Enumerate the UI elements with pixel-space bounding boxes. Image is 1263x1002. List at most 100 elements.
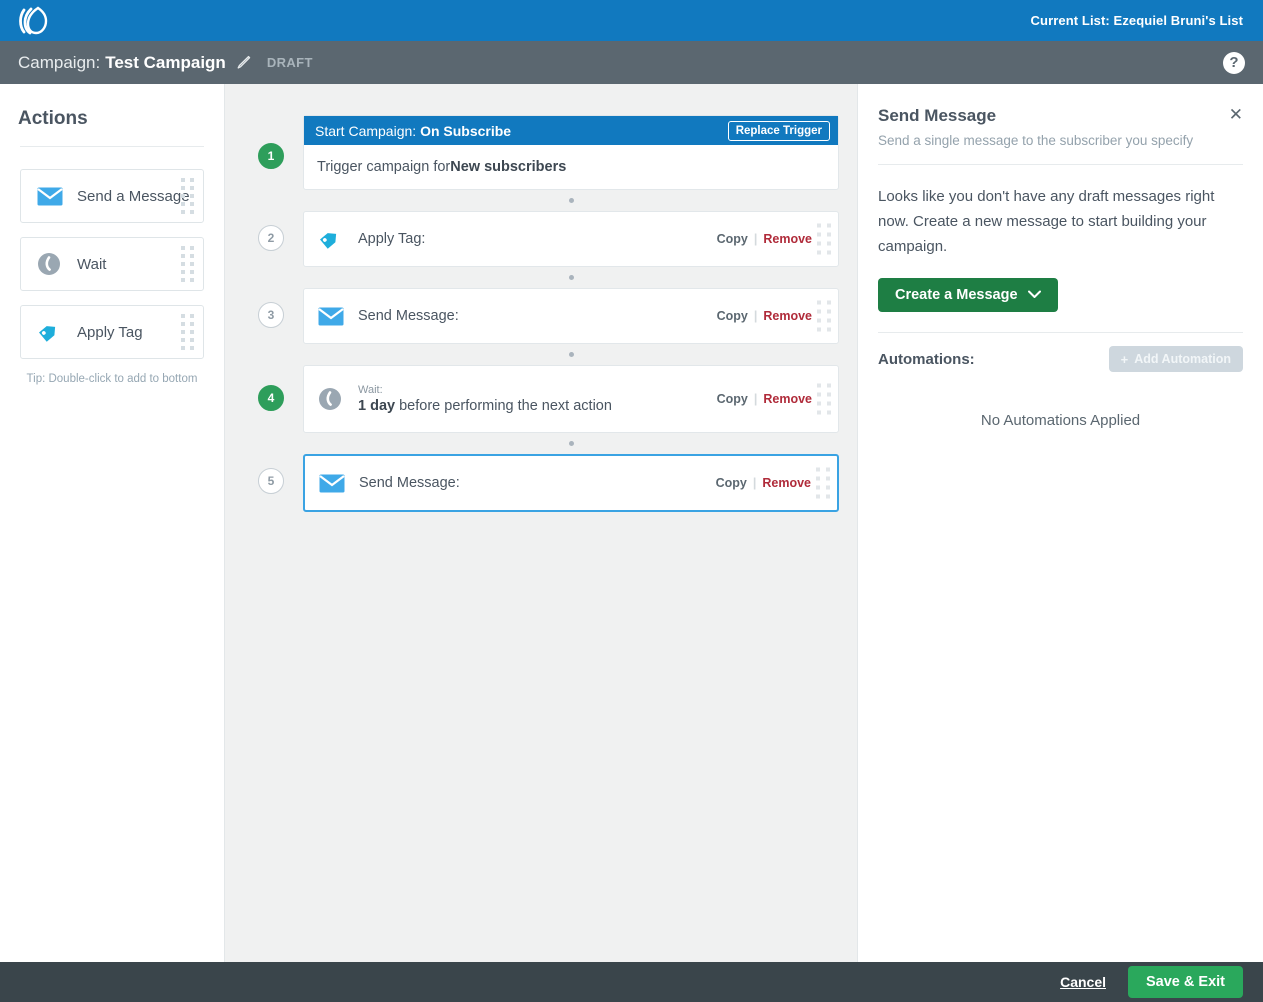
sidebar-title: Actions [18, 108, 224, 130]
action-card-controls: Copy | Remove [717, 232, 812, 246]
action-card-label: Send Message: [359, 475, 460, 491]
step-number-badge: 3 [258, 302, 284, 328]
action-card-controls: Copy | Remove [717, 392, 812, 406]
no-automations-message: No Automations Applied [878, 412, 1243, 429]
action-card-controls: Copy | Remove [717, 309, 812, 323]
palette-item-apply-tag[interactable]: Apply Tag [20, 305, 204, 359]
campaign-bar: Campaign: Test Campaign DRAFT ? [0, 41, 1263, 84]
replace-trigger-button[interactable]: Replace Trigger [728, 121, 830, 141]
step-connector [303, 344, 839, 365]
action-card-label: Send Message: [358, 308, 459, 324]
action-palette-list: Send a Message Wait [20, 169, 204, 385]
campaign-step-5[interactable]: 5 Send Message: Copy | Remove [225, 454, 857, 512]
campaign-name: Test Campaign [105, 53, 226, 73]
drag-handle-icon[interactable] [817, 224, 831, 255]
trigger-title-strong: On Subscribe [420, 123, 511, 139]
envelope-icon [319, 474, 347, 493]
action-card-row: Send Message: Copy | Remove [305, 456, 837, 510]
panel-divider [878, 164, 1243, 165]
drag-handle-icon[interactable] [181, 314, 194, 350]
remove-button[interactable]: Remove [763, 309, 812, 323]
panel-empty-message: Looks like you don't have any draft mess… [878, 184, 1243, 259]
remove-button[interactable]: Remove [763, 392, 812, 406]
pencil-icon[interactable] [236, 55, 251, 70]
cancel-button[interactable]: Cancel [1060, 974, 1106, 990]
action-card-label: Apply Tag: [358, 231, 425, 247]
palette-item-send-a-message[interactable]: Send a Message [20, 169, 204, 223]
trigger-title: Start Campaign: On Subscribe [315, 123, 511, 139]
trigger-body-prefix: Trigger campaign for [317, 159, 450, 175]
trigger-title-prefix: Start Campaign: [315, 123, 420, 139]
campaign-step-2[interactable]: 2 Apply Tag: Copy | [225, 211, 857, 267]
trigger-card-body: Trigger campaign for New subscribers [304, 145, 838, 189]
action-card-wait[interactable]: Wait: 1 day before performing the next a… [303, 365, 839, 433]
action-card-send-message-selected[interactable]: Send Message: Copy | Remove [303, 454, 839, 512]
action-card-apply-tag[interactable]: Apply Tag: Copy | Remove [303, 211, 839, 267]
panel-subtitle: Send a single message to the subscriber … [878, 133, 1243, 148]
campaign-step-1[interactable]: 1 Start Campaign: On Subscribe Replace T… [225, 115, 857, 190]
wait-kicker-label: Wait: [358, 383, 612, 397]
send-message-panel: Send Message ✕ Send a single message to … [857, 84, 1263, 962]
palette-item-wait[interactable]: Wait [20, 237, 204, 291]
campaign-step-4[interactable]: 4 Wait: 1 day before performing the next… [225, 365, 857, 433]
top-brand-bar: Current List: Ezequiel Bruni's List [0, 0, 1263, 41]
clock-icon [318, 387, 346, 411]
status-badge: DRAFT [267, 55, 313, 70]
control-separator: | [753, 476, 757, 490]
drag-handle-icon[interactable] [816, 468, 830, 499]
campaign-prefix-label: Campaign: [18, 53, 100, 73]
add-automation-button[interactable]: + Add Automation [1109, 346, 1243, 372]
help-icon[interactable]: ? [1223, 52, 1245, 74]
close-icon[interactable]: ✕ [1229, 106, 1243, 123]
copy-button[interactable]: Copy [717, 392, 748, 406]
step-number-badge: 2 [258, 225, 284, 251]
copy-button[interactable]: Copy [716, 476, 747, 490]
envelope-icon [318, 307, 346, 326]
wait-main-label: 1 day before performing the next action [358, 397, 612, 416]
copy-button[interactable]: Copy [717, 309, 748, 323]
control-separator: | [754, 392, 758, 406]
save-and-exit-button[interactable]: Save & Exit [1128, 966, 1243, 998]
action-card-row: Apply Tag: Copy | Remove [304, 212, 838, 266]
step-number-badge: 1 [258, 143, 284, 169]
action-card-controls: Copy | Remove [716, 476, 811, 490]
drag-handle-icon[interactable] [181, 178, 194, 214]
panel-title: Send Message [878, 106, 996, 126]
drag-handle-icon[interactable] [181, 246, 194, 282]
palette-item-label: Apply Tag [77, 324, 143, 341]
trigger-card[interactable]: Start Campaign: On Subscribe Replace Tri… [303, 115, 839, 190]
sidebar-divider [20, 146, 204, 147]
campaign-steps-list: 1 Start Campaign: On Subscribe Replace T… [225, 115, 857, 512]
chevron-down-icon [1028, 287, 1041, 303]
trigger-body-strong: New subscribers [450, 159, 566, 175]
create-a-message-button[interactable]: Create a Message [878, 278, 1058, 312]
envelope-icon [37, 187, 63, 206]
campaign-step-3[interactable]: 3 Send Message: Copy | Remove [225, 288, 857, 344]
sidebar-tip: Tip: Double-click to add to bottom [20, 373, 204, 385]
campaign-canvas: 1 Start Campaign: On Subscribe Replace T… [225, 84, 857, 962]
step-connector [303, 433, 839, 454]
step-number-badge: 5 [258, 468, 284, 494]
current-list-label[interactable]: Current List: Ezequiel Bruni's List [1031, 13, 1243, 28]
panel-divider-2 [878, 332, 1243, 333]
step-connector [303, 267, 839, 288]
action-card-row: Send Message: Copy | Remove [304, 289, 838, 343]
control-separator: | [754, 232, 758, 246]
remove-button[interactable]: Remove [763, 232, 812, 246]
panel-header: Send Message ✕ [878, 106, 1243, 126]
drag-handle-icon[interactable] [817, 384, 831, 415]
control-separator: | [754, 309, 758, 323]
drip-logo-icon[interactable] [18, 6, 50, 36]
create-a-message-label: Create a Message [895, 287, 1018, 303]
wait-text-stack: Wait: 1 day before performing the next a… [358, 383, 612, 416]
copy-button[interactable]: Copy [717, 232, 748, 246]
clock-icon [37, 252, 63, 276]
automations-label: Automations: [878, 351, 975, 368]
tag-icon [37, 320, 63, 344]
drag-handle-icon[interactable] [817, 301, 831, 332]
remove-button[interactable]: Remove [762, 476, 811, 490]
step-number-badge: 4 [258, 385, 284, 411]
wait-duration: 1 day [358, 398, 395, 414]
action-card-send-message[interactable]: Send Message: Copy | Remove [303, 288, 839, 344]
add-automation-label: Add Automation [1134, 352, 1231, 366]
